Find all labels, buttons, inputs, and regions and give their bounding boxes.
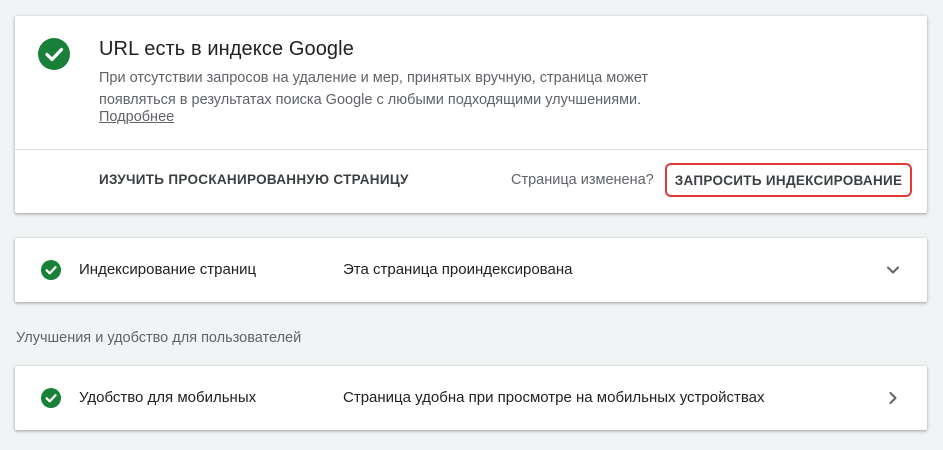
check-circle-icon [41,388,61,408]
chevron-down-icon[interactable] [883,260,903,280]
row-value: Эта страница проиндексирована [343,261,573,278]
page-changed-label: Страница изменена? [511,172,654,188]
url-status-card: URL есть в индексе Google При отсутствии… [15,16,927,213]
mobile-usability-row[interactable]: Удобство для мобильных Страница удобна п… [15,366,927,430]
request-indexing-button[interactable]: ЗАПРОСИТЬ ИНДЕКСИРОВАНИЕ [665,163,912,197]
chevron-right-icon[interactable] [883,388,903,408]
check-circle-icon [41,260,61,280]
row-name: Индексирование страниц [79,261,257,278]
status-actions: ИЗУЧИТЬ ПРОСКАНИРОВАННУЮ СТРАНИЦУ Страни… [15,150,927,213]
view-crawled-page-button[interactable]: ИЗУЧИТЬ ПРОСКАНИРОВАННУЮ СТРАНИЦУ [99,172,409,187]
row-name: Удобство для мобильных [79,389,257,406]
status-header: URL есть в индексе Google При отсутствии… [15,16,927,149]
row-value: Страница удобна при просмотре на мобильн… [343,389,765,406]
learn-more-link[interactable]: Подробнее [99,108,174,126]
status-title: URL есть в индексе Google [99,38,354,60]
status-description: При отсутствии запросов на удаление и ме… [99,70,649,108]
page-indexing-row[interactable]: Индексирование страниц Эта страница прои… [15,238,927,302]
check-circle-icon [38,38,70,70]
enhancements-section-label: Улучшения и удобство для пользователей [16,330,302,346]
